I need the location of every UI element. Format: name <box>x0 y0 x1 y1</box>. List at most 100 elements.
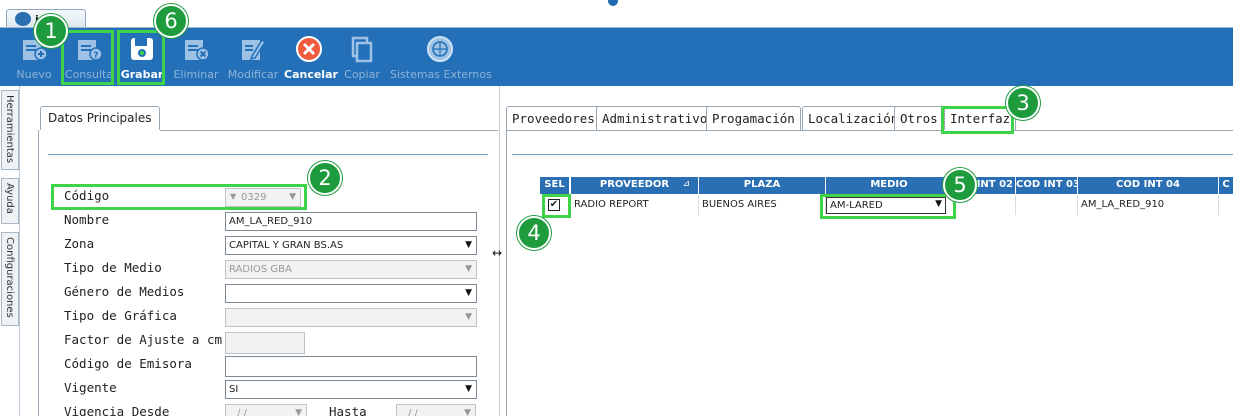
highlight-select-checkbox <box>542 194 571 218</box>
step-badge-5: 5 <box>943 168 977 202</box>
step-badge-1: 1 <box>34 14 68 48</box>
chevron-down-icon: ▼ <box>464 408 471 416</box>
highlight-interfaz <box>941 106 1014 134</box>
app-logo-icon <box>15 12 31 26</box>
hasta-label: Hasta <box>329 404 367 416</box>
modificar-label: Modificar <box>227 68 279 81</box>
left-tab-baseline <box>160 130 498 131</box>
copiar-label: Copiar <box>344 68 380 81</box>
tab-datos-principales-label: Datos Principales <box>48 111 152 125</box>
factor-ajuste-label: Factor de Ajuste a cm. <box>64 332 230 347</box>
grid-header-medio[interactable]: MEDIO <box>826 177 953 194</box>
tab-otros[interactable]: Otros <box>894 106 944 130</box>
copy-icon <box>351 36 373 63</box>
vigente-value: SI <box>229 384 239 395</box>
highlight-consulta <box>61 30 114 85</box>
side-tab-configuraciones-label: Configuraciones <box>4 237 15 318</box>
chevron-down-icon: ▼ <box>465 288 472 298</box>
highlight-grabar <box>117 30 165 85</box>
codigo-emisora-label: Código de Emisora <box>64 356 192 371</box>
grid-header-proveedor[interactable]: PROVEEDOR ⊿ <box>571 177 699 194</box>
cell-proveedor: RADIO REPORT <box>571 196 699 215</box>
external-systems-icon <box>427 36 453 62</box>
nombre-field[interactable]: AM_LA_RED_910 <box>225 212 477 231</box>
tipo-medio-select[interactable]: RADIOS GBA ▼ <box>225 260 477 279</box>
cell-cod-int-04: AM_LA_RED_910 <box>1078 196 1219 215</box>
genero-medios-select[interactable]: ▼ <box>225 284 477 303</box>
cell-plaza: BUENOS AIRES <box>699 196 826 215</box>
step-badge-3: 3 <box>1006 86 1040 120</box>
nombre-label: Nombre <box>64 212 110 227</box>
tab-otros-label: Otros <box>900 111 938 126</box>
tipo-grafica-label: Tipo de Gráfica <box>64 308 177 323</box>
left-panel-border <box>38 130 39 416</box>
cancelar-label: Cancelar <box>284 68 338 81</box>
toolbar: Nuevo ? Consulta Grabar Eliminar Modific… <box>0 28 1233 86</box>
chevron-down-icon: ▼ <box>465 384 472 394</box>
side-tab-configuraciones[interactable]: Configuraciones <box>1 232 19 326</box>
side-tab-ayuda[interactable]: Ayuda <box>1 178 19 224</box>
side-tab-ayuda-label: Ayuda <box>4 183 15 214</box>
grid-header-c[interactable]: C <box>1219 177 1233 194</box>
tab-administrativos[interactable]: Administrativos <box>596 106 721 130</box>
chevron-down-icon: ▼ <box>465 312 472 322</box>
grid-header-plaza[interactable]: PLAZA <box>699 177 826 194</box>
nombre-value: AM_LA_RED_910 <box>229 216 313 227</box>
delete-icon <box>185 40 210 61</box>
cancelar-button[interactable]: Cancelar <box>284 28 338 86</box>
vigente-label: Vigente <box>64 380 117 395</box>
cell-cod-int-03 <box>1016 196 1078 215</box>
right-tab-baseline-left <box>506 130 944 131</box>
sort-icon: ⊿ <box>682 179 690 189</box>
side-tab-herramientas[interactable]: Herramientas <box>1 90 19 170</box>
eliminar-button[interactable]: Eliminar <box>172 28 220 86</box>
vigencia-desde-field[interactable]: / / ▼ <box>225 404 307 416</box>
highlight-medio <box>820 194 956 219</box>
zona-value: CAPITAL Y GRAN BS.AS <box>229 240 344 251</box>
left-section-divider <box>48 154 488 155</box>
side-tab-bar: Herramientas Ayuda Configuraciones <box>0 86 20 416</box>
tab-proveedores-label: Proveedores <box>512 111 595 126</box>
genero-medios-label: Género de Medios <box>64 284 185 299</box>
codigo-emisora-field[interactable] <box>225 356 477 377</box>
hasta-field[interactable]: / / ▼ <box>396 404 476 416</box>
tipo-medio-label: Tipo de Medio <box>64 260 162 275</box>
highlight-codigo <box>51 184 307 210</box>
tab-programacion[interactable]: Progamación <box>706 106 801 130</box>
right-section-divider <box>512 154 1233 155</box>
grid-header-proveedor-label: PROVEEDOR <box>599 179 670 190</box>
modificar-button[interactable]: Modificar <box>226 28 280 86</box>
zona-select[interactable]: CAPITAL Y GRAN BS.AS ▼ <box>225 236 477 255</box>
eliminar-label: Eliminar <box>173 68 219 81</box>
grid-header-cod-int-03[interactable]: COD INT 03 <box>1016 177 1078 194</box>
tab-datos-principales[interactable]: Datos Principales <box>40 106 160 130</box>
vigente-select[interactable]: SI ▼ <box>225 380 477 399</box>
sistemas-externos-button[interactable]: Sistemas Externos <box>390 28 492 86</box>
zona-label: Zona <box>64 236 95 251</box>
vigencia-desde-value: / / <box>237 408 247 416</box>
sistemas-externos-label: Sistemas Externos <box>390 68 492 81</box>
factor-ajuste-field[interactable] <box>225 332 305 354</box>
right-panel-border <box>506 130 507 416</box>
grid-header-sel[interactable]: SEL <box>540 177 570 194</box>
nuevo-label: Nuevo <box>16 68 52 81</box>
side-tab-herramientas-label: Herramientas <box>4 95 15 164</box>
tab-proveedores[interactable]: Proveedores <box>506 106 601 130</box>
indicator-dot <box>608 0 618 6</box>
copiar-button[interactable]: Copiar <box>340 28 384 86</box>
step-badge-4: 4 <box>517 216 551 250</box>
hasta-value: / / <box>408 408 418 416</box>
vigencia-desde-label: Vigencia Desde <box>64 404 170 416</box>
cell-c <box>1219 196 1233 215</box>
step-badge-2: 2 <box>308 161 342 195</box>
tipo-grafica-select[interactable]: ▼ <box>225 308 477 327</box>
edit-icon <box>242 38 267 61</box>
tab-administrativos-label: Administrativos <box>602 111 715 126</box>
chevron-down-icon: ▼ <box>465 264 472 274</box>
cancel-icon <box>296 36 322 62</box>
grid-header-cod-int-04[interactable]: COD INT 04 <box>1078 177 1219 194</box>
tab-localizacion[interactable]: Localización <box>802 106 905 130</box>
chevron-down-icon: ▼ <box>295 408 302 416</box>
resize-cursor-icon: ↔ <box>492 246 503 260</box>
tipo-medio-value: RADIOS GBA <box>229 264 292 275</box>
